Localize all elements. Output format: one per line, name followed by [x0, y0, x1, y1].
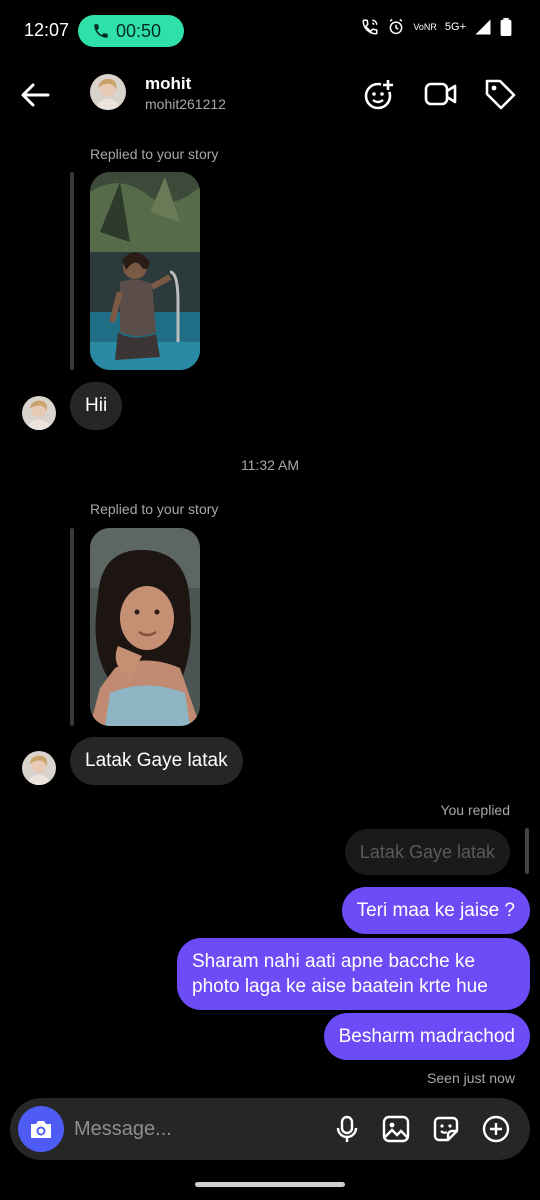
- ongoing-call-pill[interactable]: 00:50: [78, 15, 184, 47]
- incoming-message[interactable]: Latak Gaye latak: [70, 737, 243, 785]
- story-thumbnail[interactable]: [90, 172, 200, 370]
- chat-header: mohit mohit261212: [0, 62, 540, 128]
- contact-username[interactable]: mohit261212: [145, 96, 226, 112]
- reply-quote-bar: [70, 528, 74, 726]
- battery-icon: [500, 18, 512, 36]
- sender-avatar[interactable]: [22, 751, 56, 785]
- call-timer: 00:50: [116, 20, 162, 41]
- contact-name[interactable]: mohit: [145, 74, 191, 94]
- phone-icon: [94, 24, 108, 38]
- network-volte-indicator: Vo NR: [413, 21, 437, 32]
- outgoing-message[interactable]: Sharam nahi aati apne bacche ke photo la…: [177, 938, 530, 1010]
- message-input[interactable]: [74, 1114, 314, 1144]
- outgoing-message[interactable]: Besharm madrachod: [323, 1013, 530, 1060]
- you-replied-label: You replied: [440, 802, 510, 818]
- reply-quote-bar: [70, 172, 74, 370]
- quoted-reply-bubble[interactable]: Latak Gaye latak: [344, 829, 510, 875]
- add-sticker-icon[interactable]: [362, 76, 398, 112]
- time-separator: 11:32 AM: [240, 457, 300, 473]
- tag-icon[interactable]: [482, 76, 518, 112]
- story-reply-label: Replied to your story: [90, 501, 219, 517]
- video-call-icon[interactable]: [423, 76, 459, 112]
- incoming-message[interactable]: Hii: [70, 382, 123, 430]
- gallery-icon[interactable]: [381, 1114, 411, 1144]
- plus-circle-icon[interactable]: [481, 1114, 511, 1144]
- message-composer: [10, 1098, 530, 1160]
- story-thumbnail[interactable]: [90, 528, 200, 726]
- story-reply-label: Replied to your story: [90, 146, 219, 162]
- home-indicator[interactable]: [195, 1182, 345, 1187]
- back-arrow-icon[interactable]: [18, 78, 52, 112]
- camera-icon: [31, 1121, 51, 1138]
- sticker-icon[interactable]: [431, 1114, 461, 1144]
- wifi-call-icon: [361, 18, 379, 36]
- camera-button[interactable]: [18, 1106, 64, 1152]
- mic-icon[interactable]: [332, 1114, 362, 1144]
- status-icons: Vo NR 5G+: [361, 18, 512, 36]
- outgoing-message[interactable]: Teri maa ke jaise ?: [341, 887, 530, 934]
- status-time: 12:07: [24, 20, 70, 40]
- reply-quote-bar: [525, 828, 529, 874]
- alarm-icon: [387, 18, 405, 36]
- status-bar: 12:07 00:50 Vo NR 5G+: [0, 0, 540, 62]
- avatar[interactable]: [90, 74, 126, 110]
- network-type: 5G+: [444, 20, 466, 33]
- seen-status: Seen just now: [427, 1070, 515, 1086]
- sender-avatar[interactable]: [22, 396, 56, 430]
- signal-icon: [474, 18, 492, 36]
